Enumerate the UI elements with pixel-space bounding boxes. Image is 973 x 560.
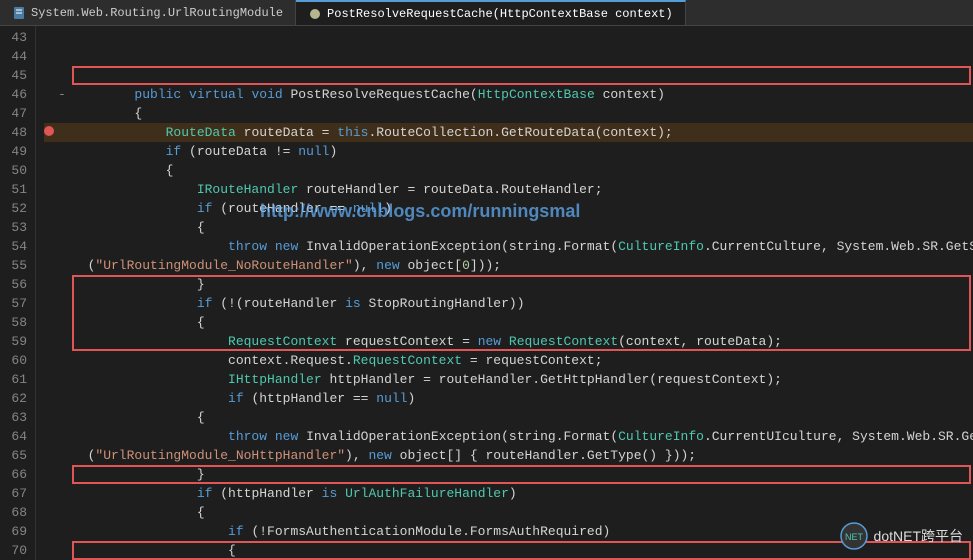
code-line-66: if (!FormsAuthenticationModule.FormsAuth…	[44, 522, 973, 541]
tab-2-label: PostResolveRequestCache(HttpContextBase …	[327, 7, 673, 21]
code-line-52: ("UrlRoutingModule_NoRouteHandler"), new…	[44, 256, 973, 275]
code-line-53: }	[44, 275, 973, 294]
code-line-45: RouteData routeData = this.RouteCollecti…	[44, 123, 973, 142]
code-text-57: context.Request.RequestContext = request…	[72, 351, 973, 370]
code-line-48: IRouteHandler routeHandler = routeData.R…	[44, 180, 973, 199]
logo-icon: NET	[840, 522, 868, 550]
code-text-64: if (httpHandler is UrlAuthFailureHandler…	[72, 484, 973, 503]
code-line-50: {	[44, 218, 973, 237]
breakpoint-dot	[44, 126, 54, 136]
code-line-62: ("UrlRoutingModule_NoHttpHandler"), new …	[44, 446, 973, 465]
tab-1-label: System.Web.Routing.UrlRoutingModule	[31, 6, 283, 20]
code-text-56: RequestContext requestContext = new Requ…	[72, 332, 973, 351]
code-line-61: throw new InvalidOperationException(stri…	[44, 427, 973, 446]
code-text-48: IRouteHandler routeHandler = routeData.R…	[72, 180, 973, 199]
code-line-49: if (routeHandler == null)	[44, 199, 973, 218]
code-text-44: {	[72, 104, 973, 123]
code-line-54: if (!(routeHandler is StopRoutingHandler…	[44, 294, 973, 313]
code-line-60: {	[44, 408, 973, 427]
code-line-59: if (httpHandler == null)	[44, 389, 973, 408]
code-line-55: {	[44, 313, 973, 332]
code-text-46: if (routeData != null)	[72, 142, 973, 161]
method-icon	[308, 7, 322, 21]
code-line-58: IHttpHandler httpHandler = routeHandler.…	[44, 370, 973, 389]
code-line-57: context.Request.RequestContext = request…	[44, 351, 973, 370]
code-text-43: public virtual void PostResolveRequestCa…	[72, 85, 973, 104]
code-text-58: IHttpHandler httpHandler = routeHandler.…	[72, 370, 973, 389]
code-text-52: ("UrlRoutingModule_NoRouteHandler"), new…	[72, 256, 973, 275]
code-line-65: {	[44, 503, 973, 522]
code-text-66: if (!FormsAuthenticationModule.FormsAuth…	[72, 522, 973, 541]
code-text-50: {	[72, 218, 973, 237]
logo-area: NET dotNET跨平台	[840, 522, 963, 550]
code-text-67: {	[72, 541, 973, 560]
code-text-62: ("UrlRoutingModule_NoHttpHandler"), new …	[72, 446, 973, 465]
code-line-43: - public virtual void PostResolveRequest…	[44, 85, 973, 104]
code-text-61: throw new InvalidOperationException(stri…	[72, 427, 973, 446]
breakpoint-col	[44, 123, 58, 142]
svg-text:NET: NET	[845, 532, 864, 542]
code-text-51: throw new InvalidOperationException(stri…	[72, 237, 973, 256]
code-line-63: }	[44, 465, 973, 484]
expand-col: -	[58, 85, 72, 104]
code-text-53: }	[72, 275, 973, 294]
code-line-44: {	[44, 104, 973, 123]
code-line-67: {	[44, 541, 973, 560]
code-line-64: if (httpHandler is UrlAuthFailureHandler…	[44, 484, 973, 503]
tab-2[interactable]: PostResolveRequestCache(HttpContextBase …	[296, 0, 686, 25]
editor-window: System.Web.Routing.UrlRoutingModule Post…	[0, 0, 973, 560]
code-text-63: }	[72, 465, 973, 484]
code-text-45: RouteData routeData = this.RouteCollecti…	[72, 123, 973, 142]
code-text-54: if (!(routeHandler is StopRoutingHandler…	[72, 294, 973, 313]
highlight-box	[72, 66, 971, 85]
logo-text: dotNET跨平台	[874, 526, 963, 546]
code-content: - public virtual void PostResolveRequest…	[36, 26, 973, 560]
code-text-59: if (httpHandler == null)	[72, 389, 973, 408]
code-line-47: {	[44, 161, 973, 180]
code-line-51: throw new InvalidOperationException(stri…	[44, 237, 973, 256]
code-text-47: {	[72, 161, 973, 180]
code-area: 4344454647484950515253545556575859606162…	[0, 26, 973, 560]
code-text-60: {	[72, 408, 973, 427]
tab-bar: System.Web.Routing.UrlRoutingModule Post…	[0, 0, 973, 26]
file-icon	[12, 6, 26, 20]
code-text-55: {	[72, 313, 973, 332]
tab-1[interactable]: System.Web.Routing.UrlRoutingModule	[0, 0, 296, 25]
code-line-56: RequestContext requestContext = new Requ…	[44, 332, 973, 351]
code-line-46: if (routeData != null)	[44, 142, 973, 161]
line-numbers: 4344454647484950515253545556575859606162…	[0, 26, 36, 560]
code-text-65: {	[72, 503, 973, 522]
code-text-49: if (routeHandler == null)	[72, 199, 973, 218]
